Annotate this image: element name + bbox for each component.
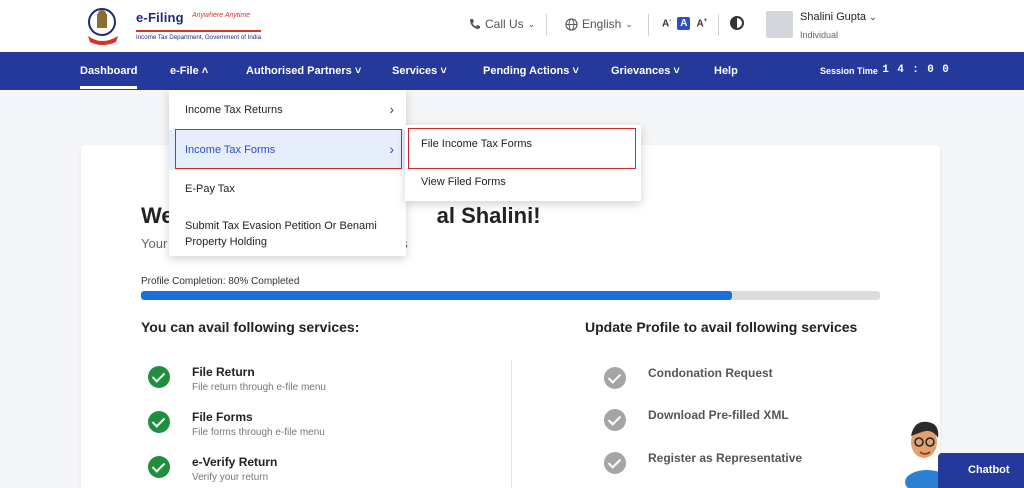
session-timer: 1 4 : 0 0 <box>880 62 951 78</box>
chevron-down-icon: ˅ <box>572 65 578 77</box>
session-time-label: Session Time <box>820 66 878 76</box>
service-description: File forms through e-file menu <box>192 427 325 438</box>
efile-dropdown-menu: Income Tax Returns › Income Tax Forms › … <box>169 90 406 256</box>
font-decrease-button[interactable]: A- <box>662 18 671 29</box>
language-selector[interactable]: English ⌄ <box>565 17 633 31</box>
font-size-controls: A- A A+ <box>662 17 707 30</box>
timer-digit: 1 <box>880 62 891 78</box>
header-divider <box>546 14 547 36</box>
nav-grievances[interactable]: Grievances ˅ <box>611 65 680 77</box>
font-default-button[interactable]: A <box>677 17 690 30</box>
nav-efile[interactable]: e-File ˄ <box>170 65 208 77</box>
logo-subtitle: Income Tax Department, Government of Ind… <box>136 30 261 41</box>
globe-icon <box>565 18 578 31</box>
service-title: File Return <box>192 365 255 379</box>
menu-item-epay-tax[interactable]: E-Pay Tax <box>169 170 406 208</box>
highlight-box <box>175 129 402 169</box>
avatar[interactable] <box>766 11 793 38</box>
chevron-down-icon: ⌄ <box>869 12 877 22</box>
nav-services[interactable]: Services ˅ <box>392 65 447 77</box>
service-title: Download Pre-filled XML <box>648 408 789 422</box>
available-services-title: You can avail following services: <box>141 319 359 335</box>
check-circle-icon <box>148 411 170 433</box>
check-circle-icon <box>604 452 626 474</box>
font-increase-button[interactable]: A+ <box>696 18 707 29</box>
check-circle-icon <box>148 456 170 478</box>
service-title: e-Verify Return <box>192 455 277 469</box>
menu-item-income-tax-returns[interactable]: Income Tax Returns › <box>169 90 406 130</box>
nav-dashboard[interactable]: Dashboard <box>80 65 137 77</box>
nav-pending-actions[interactable]: Pending Actions ˅ <box>483 65 579 77</box>
chatbot-button[interactable]: Chatbot <box>938 453 1024 488</box>
header-divider <box>718 14 719 36</box>
call-us-button[interactable]: Call Us ⌄ <box>469 17 535 31</box>
chevron-right-icon: › <box>389 101 394 117</box>
nav-help[interactable]: Help <box>714 65 738 77</box>
profile-progress-fill <box>141 291 732 300</box>
main-navbar: Dashboard e-File ˄ Authorised Partners ˅… <box>0 52 1024 90</box>
chevron-down-icon: ˅ <box>355 65 361 77</box>
user-role: Individual <box>800 30 838 40</box>
menu-item-view-filed-forms[interactable]: View Filed Forms <box>421 176 506 188</box>
service-title: Condonation Request <box>648 366 773 380</box>
check-circle-icon <box>604 367 626 389</box>
phone-icon <box>469 18 481 30</box>
contrast-toggle-icon[interactable] <box>730 16 744 30</box>
menu-item-submit-tax-evasion-petition[interactable]: Submit Tax Evasion Petition Or BenamiPro… <box>169 208 406 256</box>
top-header: e-Filing Anywhere Anytime Income Tax Dep… <box>0 0 1024 52</box>
service-description: File return through e-file menu <box>192 382 326 393</box>
chevron-down-icon: ˅ <box>440 65 446 77</box>
highlight-box <box>408 128 636 169</box>
user-name[interactable]: Shalini Gupta ⌄ <box>800 11 877 23</box>
check-circle-icon <box>148 366 170 388</box>
logo-title: e-Filing <box>136 10 184 25</box>
service-title: Register as Representative <box>648 451 802 465</box>
check-circle-icon <box>604 409 626 431</box>
timer-digit: 4 <box>895 62 906 78</box>
services-divider <box>511 360 512 488</box>
header-divider <box>648 14 649 36</box>
service-description: Verify your return <box>192 472 268 483</box>
chevron-down-icon: ⌄ <box>625 19 633 30</box>
nav-authorised-partners[interactable]: Authorised Partners ˅ <box>246 65 361 77</box>
profile-progress-bar <box>141 291 880 300</box>
timer-separator: : <box>910 62 921 78</box>
timer-digit: 0 <box>940 62 951 78</box>
call-us-label: Call Us <box>485 17 524 31</box>
efiling-logo[interactable]: e-Filing Anywhere Anytime Income Tax Dep… <box>86 6 258 46</box>
language-label: English <box>582 17 621 31</box>
chevron-down-icon: ⌄ <box>528 19 536 30</box>
emblem-icon <box>86 6 130 46</box>
logo-tagline: Anywhere Anytime <box>192 12 250 19</box>
chevron-up-icon: ˄ <box>202 65 208 77</box>
profile-completion-label: Profile Completion: 80% Completed <box>141 276 299 287</box>
chevron-down-icon: ˅ <box>673 65 679 77</box>
locked-services-title: Update Profile to avail following servic… <box>585 319 857 335</box>
timer-digit: 0 <box>925 62 936 78</box>
service-title: File Forms <box>192 410 253 424</box>
